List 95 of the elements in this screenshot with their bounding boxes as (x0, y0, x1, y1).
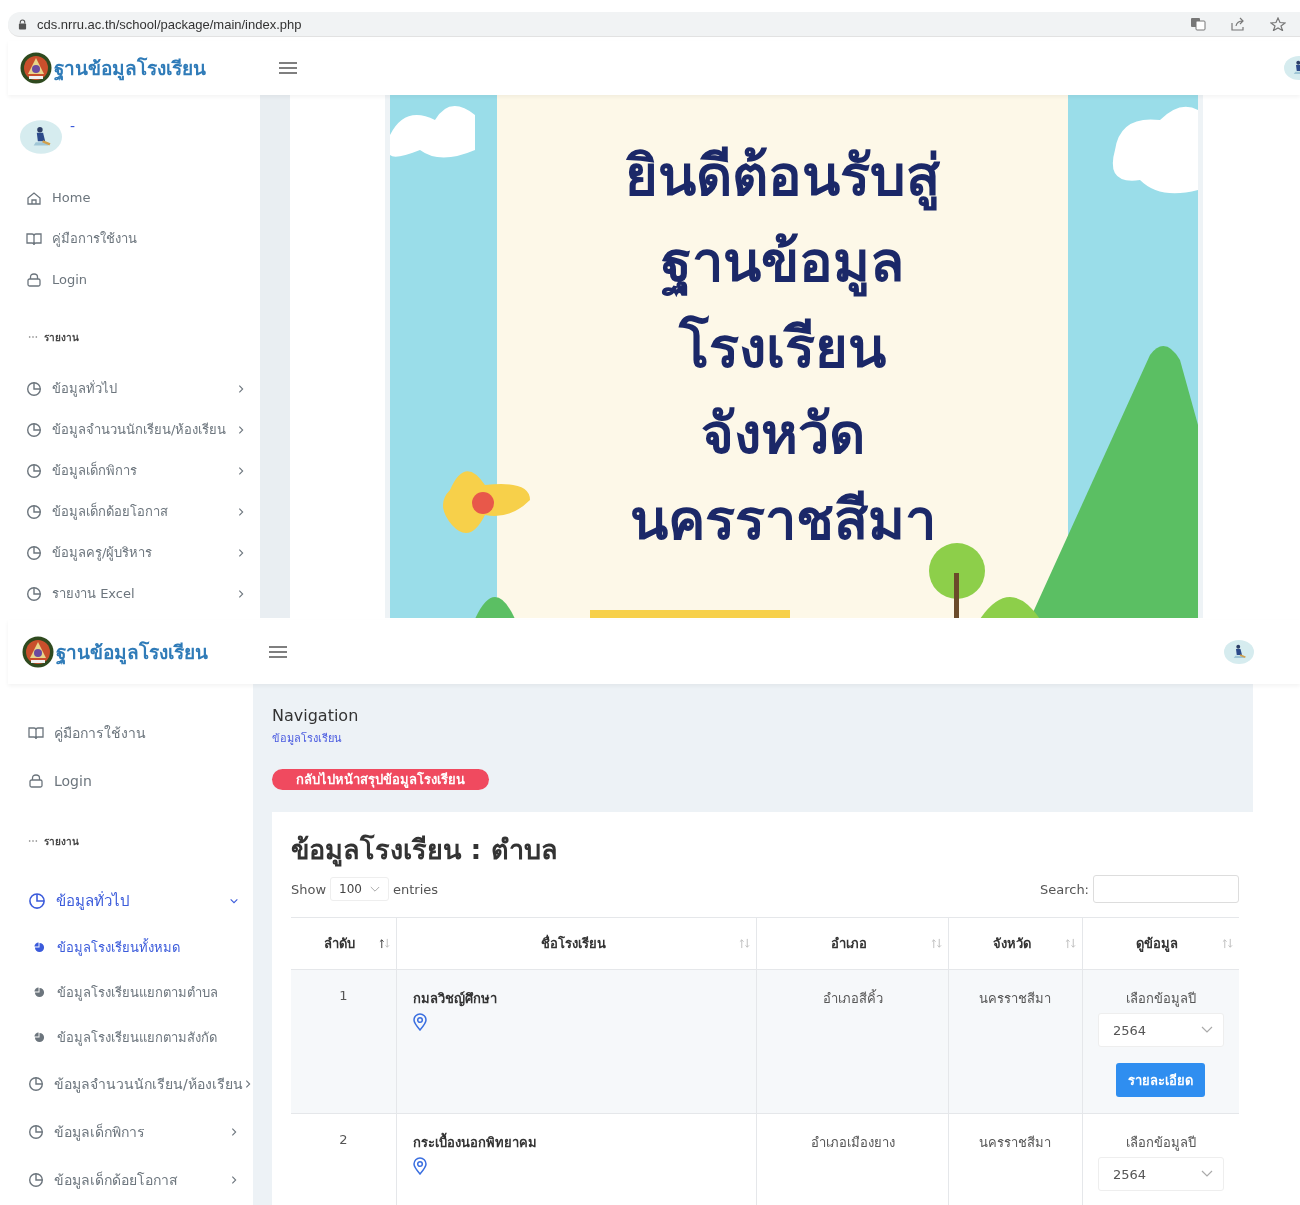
year-select[interactable]: 2564 (1097, 1013, 1224, 1047)
address-bar[interactable]: cds.nrru.ac.th/school/package/main/index.php (8, 12, 1300, 37)
sidebar-item[interactable]: ข้อมูลครู/ผู้บริหาร (8, 532, 260, 573)
pie-chart-icon (26, 544, 42, 561)
banner-heading: จังหวัด (700, 400, 865, 468)
pie-chart-icon (28, 1124, 44, 1140)
submenu-item[interactable]: ข้อมูลโรงเรียนทั้งหมด (8, 925, 253, 970)
page-title: Navigation (272, 706, 359, 725)
ellipsis-icon (28, 335, 38, 339)
pie-chart-icon (34, 942, 45, 953)
back-button[interactable]: กลับไปหน้าสรุปข้อมูลโรงเรียน (272, 769, 489, 790)
pie-chart-icon (26, 380, 42, 397)
banner-heading: นครราชสีมา (629, 486, 936, 554)
share-icon[interactable] (1230, 17, 1246, 31)
select-label: เลือกข้อมูลปี (1124, 990, 1197, 1009)
sidebar-item[interactable]: คู่มือการใช้งาน (8, 709, 253, 757)
sidebar-item[interactable]: ข้อมูลจำนวนนักเรียน/ห้องเรียน (8, 1060, 253, 1108)
sort-icon (739, 938, 751, 949)
sidebar-item[interactable]: Login (8, 259, 260, 300)
submenu-item[interactable]: ข้อมูลโรงเรียนแยกตามตำบล (8, 970, 253, 1015)
pie-chart-icon (34, 1032, 45, 1043)
school-name: กมลวิชญ์ศึกษา (412, 990, 498, 1009)
sidebar-item[interactable]: ข้อมูลจำนวนนักเรียน/ห้องเรียน (8, 409, 260, 450)
banner-heading: ยินดีต้อนรับสู่ (625, 133, 940, 219)
table-cell: 2 (339, 1132, 348, 1147)
lock-icon (18, 18, 27, 30)
sidebar-item[interactable]: ข้อมูลเด็กด้อยโอกาส (8, 491, 260, 532)
sort-icon (378, 938, 390, 949)
pie-chart-icon (34, 987, 45, 998)
sidebar-item[interactable]: Home (8, 177, 260, 218)
avatar-icon (1224, 638, 1254, 666)
sidebar-item[interactable]: ข้อมูลเด็กด้อยโอกาส (8, 1156, 253, 1204)
caret-icon (1201, 1170, 1213, 1178)
search-field[interactable] (1093, 875, 1239, 903)
pie-chart-icon (26, 503, 42, 520)
user-name: - (70, 119, 76, 133)
site-title[interactable]: ฐานข้อมูลโรงเรียน (54, 53, 206, 83)
pie-chart-icon (26, 462, 42, 479)
table-cell: 1 (339, 988, 348, 1003)
banner-heading: ฐานข้อมูล (661, 219, 904, 305)
pie-chart-icon (28, 1172, 44, 1188)
emblem-icon (20, 52, 52, 84)
breadcrumb-link[interactable]: ข้อมูลโรงเรียน (272, 729, 342, 747)
search-label: Search: (1039, 881, 1089, 897)
pie-chart-icon (28, 892, 46, 910)
submenu-item[interactable]: ข้อมูลโรงเรียนแยกตามสังกัด (8, 1015, 253, 1060)
table-cell: นครราชสีมา (979, 991, 1052, 1006)
emblem-icon (22, 636, 54, 668)
sort-icon (1222, 938, 1233, 949)
section-heading: รายงาน (44, 834, 79, 849)
sidebar-item[interactable]: Login (8, 757, 253, 805)
translate-icon[interactable] (1190, 17, 1206, 31)
caret-icon (370, 885, 380, 893)
avatar-icon (20, 119, 62, 155)
column-header[interactable]: ลำดับ (291, 917, 397, 970)
lock-icon (26, 271, 42, 288)
sidebar-item[interactable]: รายงาน Excel (8, 573, 260, 614)
year-select[interactable]: 2564 (1097, 1157, 1224, 1191)
select-label: เลือกข้อมูลปี (1124, 1134, 1197, 1153)
book-icon (28, 725, 44, 741)
section-heading: รายงาน (44, 330, 79, 345)
card-title: ข้อมูลโรงเรียน : ตำบล (291, 833, 559, 869)
column-header[interactable]: ดูข้อมูล (1082, 917, 1239, 970)
star-icon[interactable] (1270, 17, 1286, 31)
entries-label: entries (393, 881, 439, 897)
pie-chart-icon (28, 1076, 44, 1092)
table-cell: อำเภอสีคิ้ว (822, 991, 883, 1006)
site-title[interactable]: ฐานข้อมูลโรงเรียน (56, 637, 208, 667)
sidebar-item[interactable]: คู่มือการใช้งาน (8, 218, 260, 259)
column-header[interactable]: ชื่อโรงเรียน (396, 917, 757, 970)
lock-icon (28, 773, 44, 789)
page-size-select[interactable]: 100 (330, 877, 389, 901)
book-icon (26, 230, 42, 247)
pie-chart-icon (26, 421, 42, 438)
banner-heading: โรงเรียน (679, 314, 886, 382)
sort-icon (931, 938, 943, 949)
menu-icon[interactable] (268, 645, 288, 659)
caret-icon (1201, 1026, 1213, 1034)
details-button[interactable]: รายละเอียด (1116, 1063, 1206, 1097)
map-pin-icon[interactable] (412, 1013, 427, 1031)
sidebar-item[interactable]: ข้อมูลทั่วไป (8, 368, 260, 409)
map-pin-icon[interactable] (412, 1157, 427, 1175)
ellipsis-icon (28, 839, 38, 843)
sidebar-item[interactable]: ข้อมูลเด็กพิการ (8, 450, 260, 491)
sort-icon (1064, 938, 1076, 949)
table-cell: นครราชสีมา (979, 1135, 1052, 1150)
menu-icon[interactable] (278, 61, 298, 75)
show-label: Show (291, 881, 327, 897)
column-header[interactable]: อำเภอ (756, 917, 949, 970)
table-cell: อำเภอเมืองยาง (810, 1135, 895, 1150)
sidebar-item[interactable]: ข้อมูลทั่วไป (8, 877, 253, 925)
pie-chart-icon (26, 585, 42, 602)
column-header[interactable]: จังหวัด (948, 917, 1083, 970)
sidebar-item[interactable]: ข้อมูลเด็กพิการ (8, 1108, 253, 1156)
school-name: กระเบื้องนอกพิทยาคม (412, 1132, 747, 1153)
